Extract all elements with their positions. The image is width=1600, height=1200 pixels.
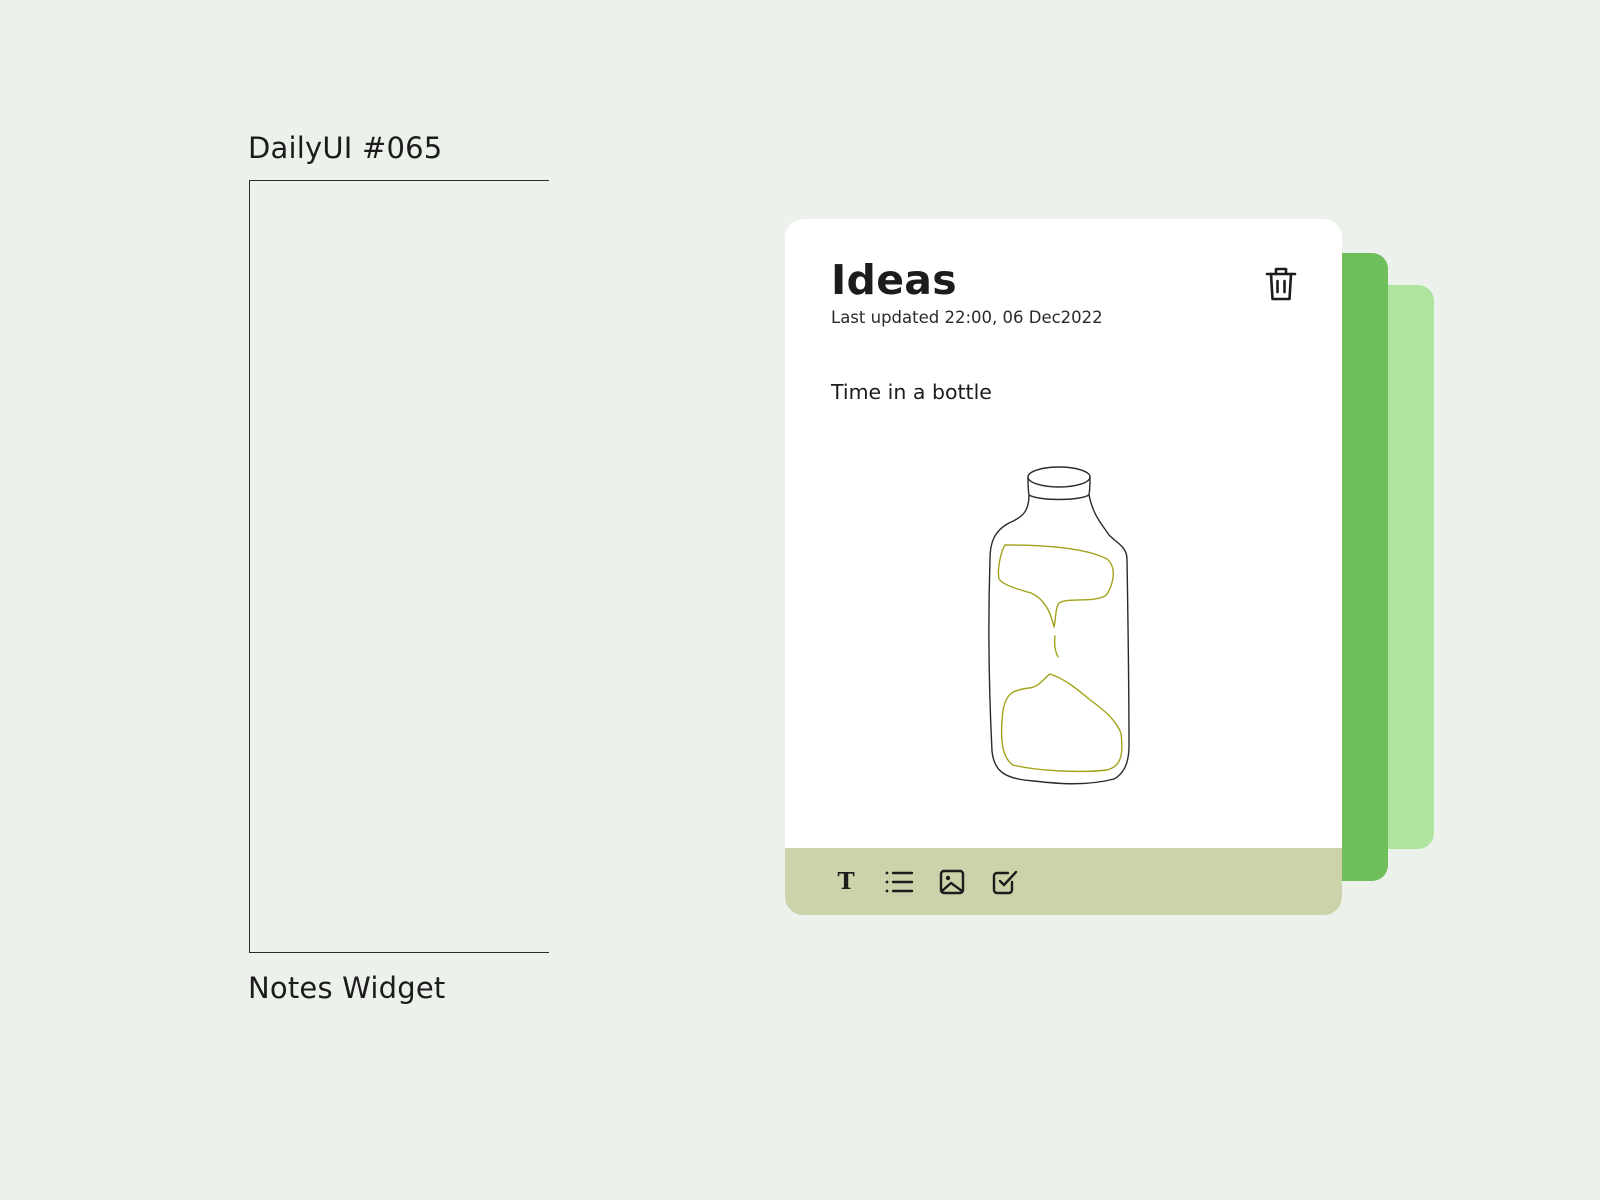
checkbox-icon (992, 870, 1018, 894)
text-format-button[interactable]: T (830, 866, 862, 898)
shot-caption: Notes Widget (248, 971, 446, 1005)
note-card: Ideas Last updated 22:00, 06 Dec2022 Tim… (785, 219, 1342, 915)
shot-title: DailyUI #065 (248, 131, 443, 165)
last-updated-text: Last updated 22:00, 06 Dec2022 (831, 308, 1103, 327)
insert-image-button[interactable] (936, 866, 968, 898)
frame-bracket (249, 180, 549, 953)
checklist-button[interactable] (989, 866, 1021, 898)
bullet-list-icon (885, 871, 914, 892)
text-format-icon: T (837, 868, 855, 895)
trash-icon (1264, 265, 1298, 303)
note-body-text[interactable]: Time in a bottle (831, 378, 992, 406)
note-toolbar: T (785, 848, 1342, 915)
image-icon (939, 869, 965, 894)
delete-note-button[interactable] (1264, 265, 1298, 303)
note-title[interactable]: Ideas (831, 255, 957, 305)
hourglass-bottle-sketch (988, 466, 1130, 785)
bullet-list-button[interactable] (883, 866, 915, 898)
